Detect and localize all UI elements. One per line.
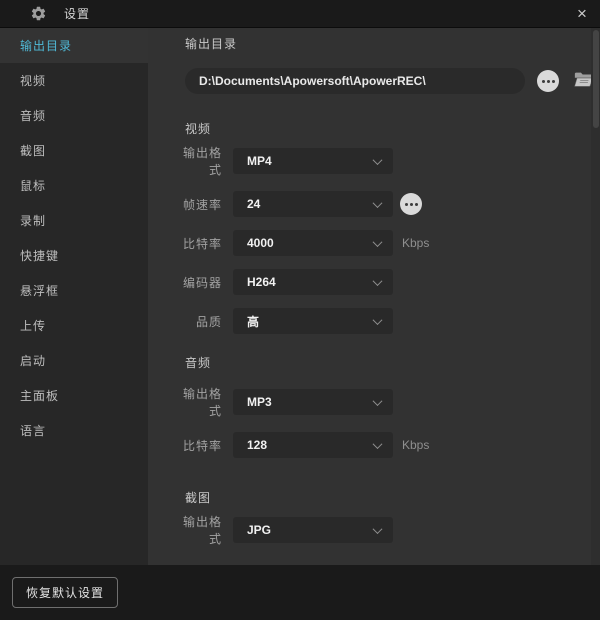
chevron-down-icon <box>373 524 383 534</box>
screenshot-output-format-select[interactable]: JPG <box>233 517 393 543</box>
video-bitrate-select[interactable]: 4000 <box>233 230 393 256</box>
video-header: 视频 <box>185 121 600 137</box>
video-encoder-row: 编码器 H264 <box>174 269 600 295</box>
video-encoder-select[interactable]: H264 <box>233 269 393 295</box>
sidebar: 输出目录 视频 音频 截图 鼠标 录制 快捷键 悬浮框 上传 启动 主面板 语言 <box>0 28 148 565</box>
output-path-input[interactable] <box>185 68 525 94</box>
audio-header: 音频 <box>185 355 600 371</box>
screenshot-output-format-row: 输出格式 JPG <box>174 513 600 547</box>
video-bitrate-unit: Kbps <box>402 236 429 250</box>
sidebar-item-language[interactable]: 语言 <box>0 413 148 448</box>
sidebar-item-floating-box[interactable]: 悬浮框 <box>0 273 148 308</box>
video-quality-select[interactable]: 高 <box>233 308 393 334</box>
settings-window: 设置 × 输出目录 视频 音频 截图 鼠标 录制 快捷键 悬浮框 上传 启动 主… <box>0 0 600 620</box>
video-bitrate-row: 比特率 4000 Kbps <box>174 230 600 256</box>
sidebar-item-record[interactable]: 录制 <box>0 203 148 238</box>
sidebar-item-upload[interactable]: 上传 <box>0 308 148 343</box>
video-output-format-row: 输出格式 MP4 <box>174 144 600 178</box>
chevron-down-icon <box>373 439 383 449</box>
sidebar-item-startup[interactable]: 启动 <box>0 343 148 378</box>
audio-bitrate-row: 比特率 128 Kbps <box>174 432 600 458</box>
restore-defaults-button[interactable]: 恢复默认设置 <box>12 577 118 608</box>
titlebar: 设置 × <box>0 0 600 28</box>
audio-output-format-row: 输出格式 MP3 <box>174 385 600 419</box>
chevron-down-icon <box>373 396 383 406</box>
scrollbar-thumb[interactable] <box>593 30 599 128</box>
screenshot-header: 截图 <box>185 490 600 506</box>
window-title: 设置 <box>64 5 90 22</box>
audio-bitrate-select[interactable]: 128 <box>233 432 393 458</box>
browse-ellipsis-button[interactable] <box>537 70 559 92</box>
footer-bar: 恢复默认设置 <box>0 565 600 620</box>
framerate-more-button[interactable] <box>400 193 422 215</box>
gear-icon <box>30 5 47 22</box>
audio-bitrate-unit: Kbps <box>402 438 429 452</box>
sidebar-item-main-panel[interactable]: 主面板 <box>0 378 148 413</box>
sidebar-item-video[interactable]: 视频 <box>0 63 148 98</box>
chevron-down-icon <box>373 155 383 165</box>
chevron-down-icon <box>373 198 383 208</box>
sidebar-item-audio[interactable]: 音频 <box>0 98 148 133</box>
audio-output-format-select[interactable]: MP3 <box>233 389 393 415</box>
ellipsis-icon <box>410 203 413 206</box>
video-output-format-select[interactable]: MP4 <box>233 148 393 174</box>
settings-content: 输出目录 视频 <box>148 28 600 565</box>
chevron-down-icon <box>373 315 383 325</box>
sidebar-item-screenshot[interactable]: 截图 <box>0 133 148 168</box>
chevron-down-icon <box>373 276 383 286</box>
output-dir-header: 输出目录 <box>185 36 600 52</box>
ellipsis-icon <box>547 80 550 83</box>
close-button[interactable]: × <box>564 0 600 28</box>
video-framerate-select[interactable]: 24 <box>233 191 393 217</box>
scrollbar-track <box>591 28 600 565</box>
output-path-row <box>185 68 600 94</box>
sidebar-item-output-dir[interactable]: 输出目录 <box>0 28 148 63</box>
sidebar-item-mouse[interactable]: 鼠标 <box>0 168 148 203</box>
chevron-down-icon <box>373 237 383 247</box>
video-framerate-row: 帧速率 24 <box>174 191 600 217</box>
sidebar-item-hotkeys[interactable]: 快捷键 <box>0 238 148 273</box>
video-quality-row: 品质 高 <box>174 308 600 334</box>
